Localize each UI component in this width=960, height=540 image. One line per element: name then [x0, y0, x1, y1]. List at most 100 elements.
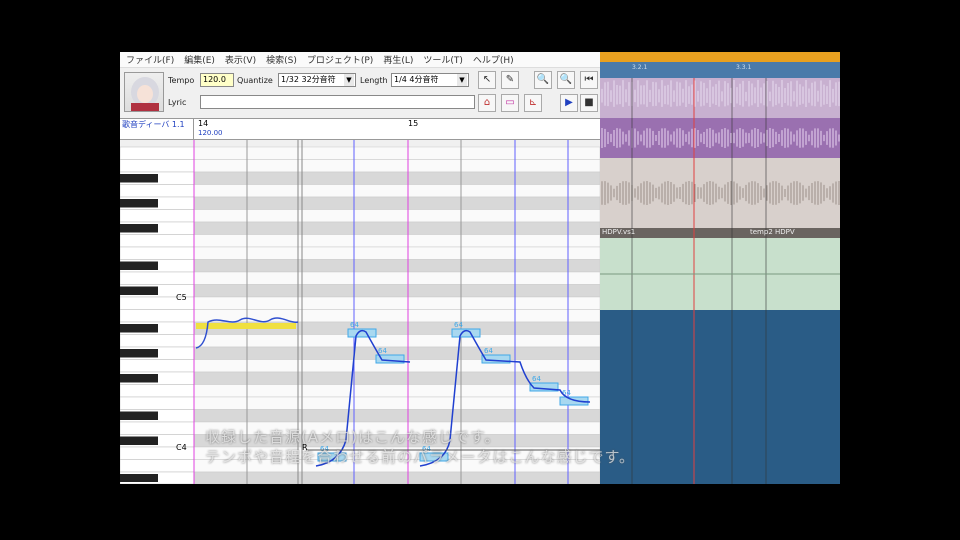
c5-label: C5	[176, 293, 187, 302]
note-row	[193, 409, 600, 423]
empty-track-area	[600, 310, 840, 484]
note-bar	[196, 323, 296, 329]
note-row	[193, 396, 600, 410]
white-key	[120, 146, 195, 160]
clip-label-strip	[600, 228, 840, 238]
insert-icon[interactable]: ⌂	[478, 94, 496, 112]
note-row	[193, 246, 600, 260]
timeline-ruler[interactable]: 歌音ディーバ 1.1 14 120.00 15	[120, 118, 600, 140]
white-key	[120, 459, 195, 473]
quantize-label: Quantize	[237, 76, 273, 85]
black-key	[120, 374, 158, 383]
black-key	[120, 324, 158, 333]
tempo-input[interactable]: 120.0	[200, 73, 234, 87]
menu-play[interactable]: 再生(L)	[383, 53, 413, 66]
note-row	[193, 184, 600, 198]
black-key	[120, 411, 158, 420]
white-key	[120, 396, 195, 410]
menu-file[interactable]: ファイル(F)	[126, 53, 174, 66]
note-row	[193, 271, 600, 285]
menu-project[interactable]: プロジェクト(P)	[307, 53, 373, 66]
note-row	[193, 334, 600, 348]
split-icon[interactable]: ⊾	[524, 94, 542, 112]
zoom-out-icon[interactable]: 🔍	[557, 71, 575, 89]
black-key	[120, 349, 158, 358]
audio-clip-backing	[600, 158, 840, 228]
marker-b: 3.3.1	[736, 64, 752, 71]
tempo-label: Tempo	[168, 76, 195, 85]
black-key	[120, 199, 158, 208]
white-key	[120, 421, 195, 435]
timeline-bar	[600, 52, 840, 62]
black-key	[120, 174, 158, 183]
subtitle-line-2: テンポや音程を合わせる前のパラメータはこんな感じです。	[205, 448, 636, 466]
white-key	[120, 209, 195, 223]
menu-search[interactable]: 検索(S)	[266, 53, 297, 66]
clip-label-a: HDPV.vs1	[602, 228, 636, 236]
measure-15: 15	[408, 119, 419, 128]
pointer-tool-icon[interactable]: ↖	[478, 71, 496, 89]
white-key	[120, 384, 195, 398]
c4-label: C4	[176, 443, 187, 452]
white-key	[120, 184, 195, 198]
menu-view[interactable]: 表示(V)	[225, 53, 256, 66]
white-key	[120, 359, 195, 373]
black-key	[120, 286, 158, 295]
menu-help[interactable]: ヘルプ(H)	[473, 53, 514, 66]
audio-clip-vocal-bottom	[600, 118, 840, 158]
white-key	[120, 246, 195, 260]
note-row	[193, 159, 600, 173]
menu-edit[interactable]: 編集(E)	[184, 53, 215, 66]
white-key	[120, 159, 195, 173]
note-row	[193, 209, 600, 223]
note-row	[193, 284, 600, 298]
note-row	[193, 471, 600, 484]
velocity-label: 64	[532, 375, 541, 383]
measure-14: 14	[198, 119, 209, 128]
quantize-select[interactable]: 1/32 32分音符	[278, 73, 356, 87]
daw-track-view: 3.2.1 3.3.1 HDPV.vs1 temp2 HDPV	[600, 52, 840, 484]
black-key	[120, 261, 158, 270]
note-row	[193, 221, 600, 235]
skip-start-icon[interactable]: ⏮	[580, 71, 598, 89]
menu-tools[interactable]: ツール(T)	[423, 53, 463, 66]
note-row	[193, 171, 600, 185]
waveform-tracks[interactable]	[600, 52, 840, 484]
white-key	[120, 334, 195, 348]
piano-roll-editor: ファイル(F) 編集(E) 表示(V) 検索(S) プロジェクト(P) 再生(L…	[120, 52, 600, 484]
clip-label-b: temp2 HDPV	[750, 228, 795, 236]
marker-a: 3.2.1	[632, 64, 648, 71]
delete-icon[interactable]: ▭	[501, 94, 519, 112]
note-block	[559, 396, 589, 406]
velocity-label: 64	[350, 321, 359, 329]
track-name: 歌音ディーバ 1.1	[120, 119, 194, 139]
length-label: Length	[360, 76, 388, 85]
menu-bar: ファイル(F) 編集(E) 表示(V) 検索(S) プロジェクト(P) 再生(L…	[120, 52, 600, 68]
toolbar: Tempo 120.0 Quantize 1/32 32分音符 Length 1…	[120, 68, 600, 118]
note-row	[193, 234, 600, 248]
velocity-label: 64	[454, 321, 463, 329]
lyric-label: Lyric	[168, 98, 187, 107]
velocity-label: 64	[378, 347, 387, 355]
zoom-in-icon[interactable]: 🔍	[534, 71, 552, 89]
tempo-marker: 120.00	[198, 129, 223, 137]
singer-avatar[interactable]	[124, 72, 164, 112]
length-select[interactable]: 1/4 4分音符	[391, 73, 469, 87]
subtitle-line-1: 収録した音源(Aメロ)はこんな感じです。	[205, 428, 501, 446]
velocity-label: 64	[562, 389, 571, 397]
white-key	[120, 234, 195, 248]
play-icon[interactable]: ▶	[560, 94, 578, 112]
black-key	[120, 224, 158, 233]
note-row	[193, 296, 600, 310]
velocity-label: 64	[484, 347, 493, 355]
note-row	[193, 146, 600, 160]
white-key	[120, 271, 195, 285]
black-key	[120, 474, 158, 482]
lyric-input[interactable]	[200, 95, 475, 109]
note-row	[193, 196, 600, 210]
white-key	[120, 309, 195, 323]
pencil-tool-icon[interactable]: ✎	[501, 71, 519, 89]
note-row	[193, 259, 600, 273]
stop-icon[interactable]: ■	[580, 94, 598, 112]
black-key	[120, 436, 158, 445]
